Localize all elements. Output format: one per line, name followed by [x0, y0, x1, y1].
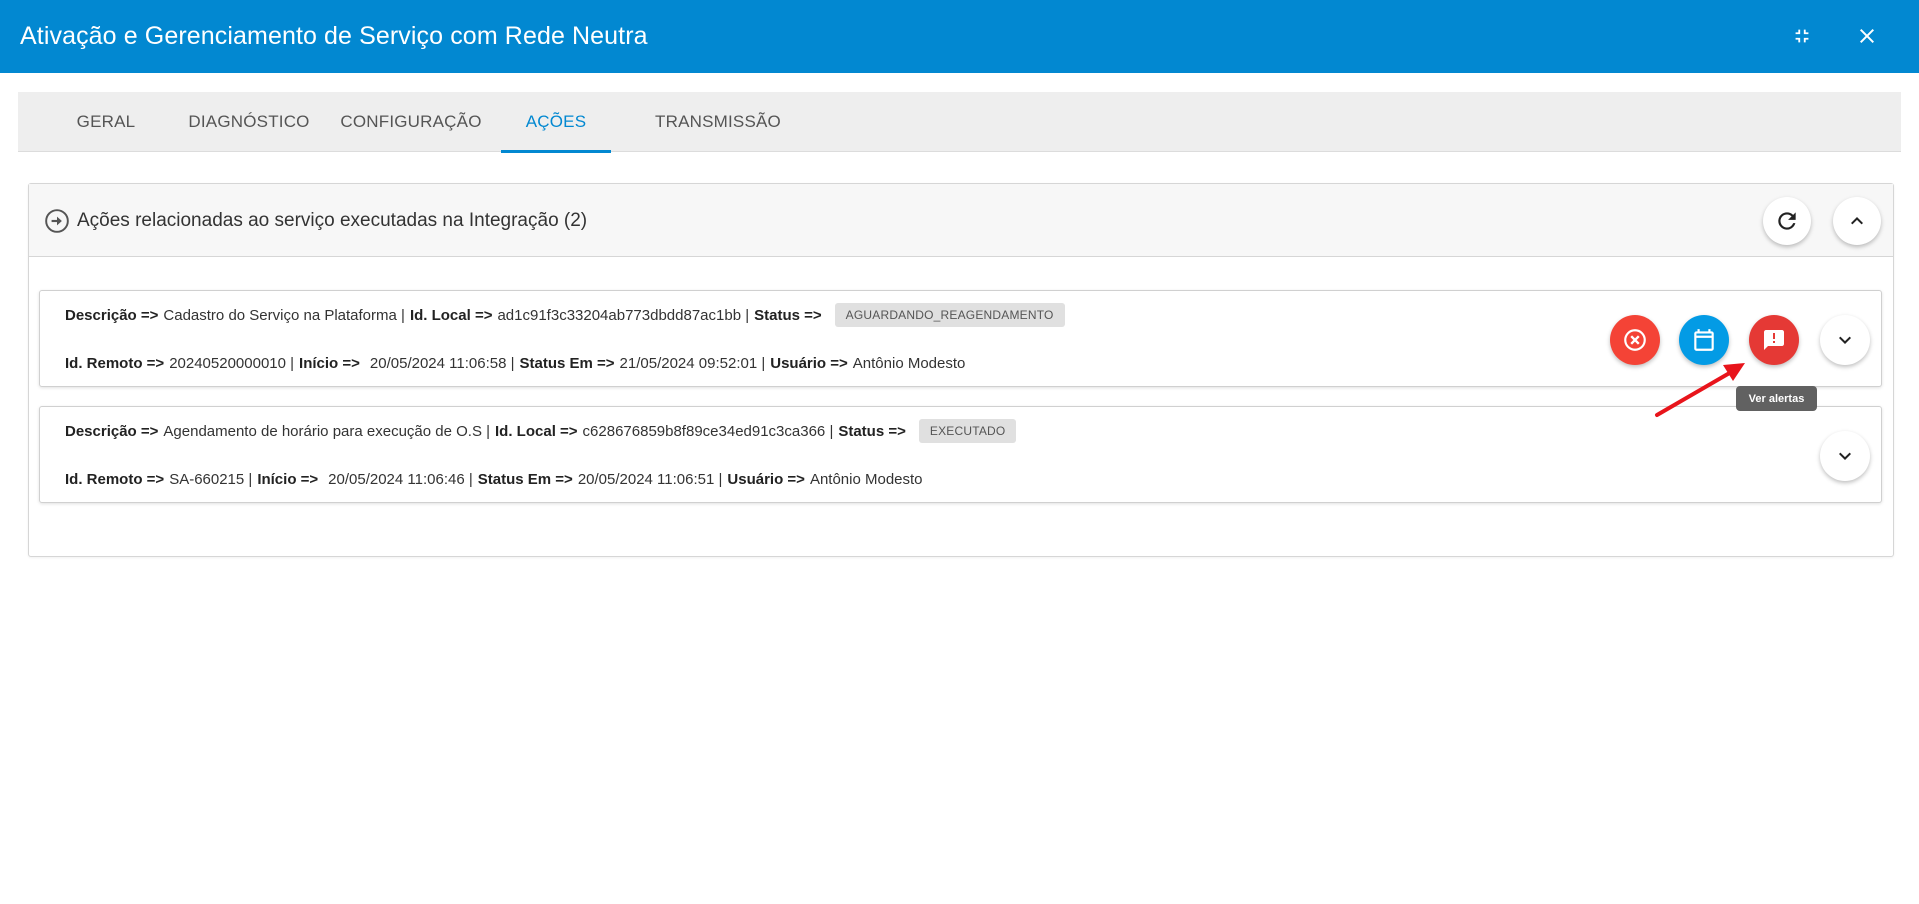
- collapse-icon[interactable]: [1783, 17, 1821, 55]
- descricao-label: Descrição =>: [65, 422, 159, 440]
- descricao-value: Agendamento de horário para execução de …: [163, 422, 491, 440]
- id-local-label: Id. Local =>: [409, 306, 493, 324]
- action-card: Descrição => Agendamento de horário para…: [39, 406, 1882, 503]
- tab-geral[interactable]: GERAL: [40, 92, 172, 152]
- usuario-label: Usuário =>: [727, 470, 805, 488]
- actions-panel: Ações relacionadas ao serviço executadas…: [28, 183, 1894, 557]
- tab-diagnostico[interactable]: DIAGNÓSTICO: [173, 92, 325, 152]
- chevron-down-icon: [1839, 336, 1851, 344]
- id-remoto-value: 20240520000010 |: [169, 354, 295, 372]
- tab-configuracao[interactable]: CONFIGURAÇÃO: [326, 92, 496, 152]
- inicio-label: Início =>: [299, 354, 360, 372]
- id-remoto-label: Id. Remoto =>: [65, 354, 165, 372]
- inicio-label: Início =>: [257, 470, 319, 488]
- status-label: Status =>: [838, 422, 906, 440]
- usuario-label: Usuário =>: [770, 354, 848, 372]
- tab-bar: GERAL DIAGNÓSTICO CONFIGURAÇÃO AÇÕES TRA…: [18, 92, 1901, 153]
- usuario-value: Antônio Modesto: [809, 470, 923, 488]
- inicio-value: 20/05/2024 11:06:46 |: [328, 470, 473, 488]
- action-line-1: Descrição => Cadastro do Serviço na Plat…: [65, 303, 1065, 327]
- view-alerts-button[interactable]: [1749, 315, 1799, 365]
- action-line-2: Id. Remoto => SA-660215 | Início => 20/0…: [65, 467, 923, 491]
- alert-icon: [1764, 330, 1784, 350]
- id-remoto-label: Id. Remoto =>: [65, 470, 165, 488]
- action-card: Descrição => Cadastro do Serviço na Plat…: [39, 290, 1882, 387]
- calendar-icon: [1694, 329, 1714, 351]
- panel-title: Ações relacionadas ao serviço executadas…: [77, 210, 588, 231]
- inicio-value: 20/05/2024 11:06:58 |: [369, 354, 515, 372]
- action-line-2: Id. Remoto => 20240520000010 | Início =>…: [65, 351, 965, 375]
- status-badge: AGUARDANDO_REAGENDAMENTO: [834, 303, 1065, 327]
- close-icon[interactable]: [1848, 17, 1886, 55]
- collapse-panel-button[interactable]: [1833, 197, 1881, 245]
- status-em-label: Status Em =>: [519, 354, 615, 372]
- refresh-button[interactable]: [1763, 197, 1811, 245]
- id-remoto-value: SA-660215 |: [169, 470, 253, 488]
- chevron-up-icon: [1851, 217, 1863, 225]
- cancel-icon: [1624, 329, 1646, 351]
- expand-button[interactable]: [1820, 431, 1870, 481]
- action-line-1: Descrição => Agendamento de horário para…: [65, 419, 1017, 443]
- status-badge: EXECUTADO: [918, 419, 1017, 443]
- tab-acoes[interactable]: AÇÕES: [501, 92, 611, 153]
- refresh-icon: [1778, 212, 1796, 230]
- expand-button[interactable]: [1820, 315, 1870, 365]
- arrow-circle-right-icon: [45, 209, 69, 233]
- tooltip: Ver alertas: [1736, 386, 1817, 411]
- descricao-value: Cadastro do Serviço na Plataforma |: [163, 306, 405, 324]
- usuario-value: Antônio Modesto: [852, 354, 966, 372]
- status-label: Status =>: [754, 306, 822, 324]
- window-titlebar: Ativação e Gerenciamento de Serviço com …: [0, 0, 1919, 73]
- window-title: Ativação e Gerenciamento de Serviço com …: [20, 22, 648, 50]
- id-local-value: c628676859b8f89ce34ed91c3ca366 |: [582, 422, 834, 440]
- panel-header: Ações relacionadas ao serviço executadas…: [29, 184, 1893, 257]
- tab-transmissao[interactable]: TRANSMISSÃO: [630, 92, 806, 152]
- descricao-label: Descrição =>: [65, 306, 159, 324]
- status-em-value: 21/05/2024 09:52:01 |: [619, 354, 766, 372]
- chevron-down-icon: [1839, 452, 1851, 460]
- id-local-value: ad1c91f3c33204ab773dbdd87ac1bb |: [497, 306, 750, 324]
- id-local-label: Id. Local =>: [495, 422, 578, 440]
- status-em-label: Status Em =>: [477, 470, 573, 488]
- status-em-value: 20/05/2024 11:06:51 |: [577, 470, 723, 488]
